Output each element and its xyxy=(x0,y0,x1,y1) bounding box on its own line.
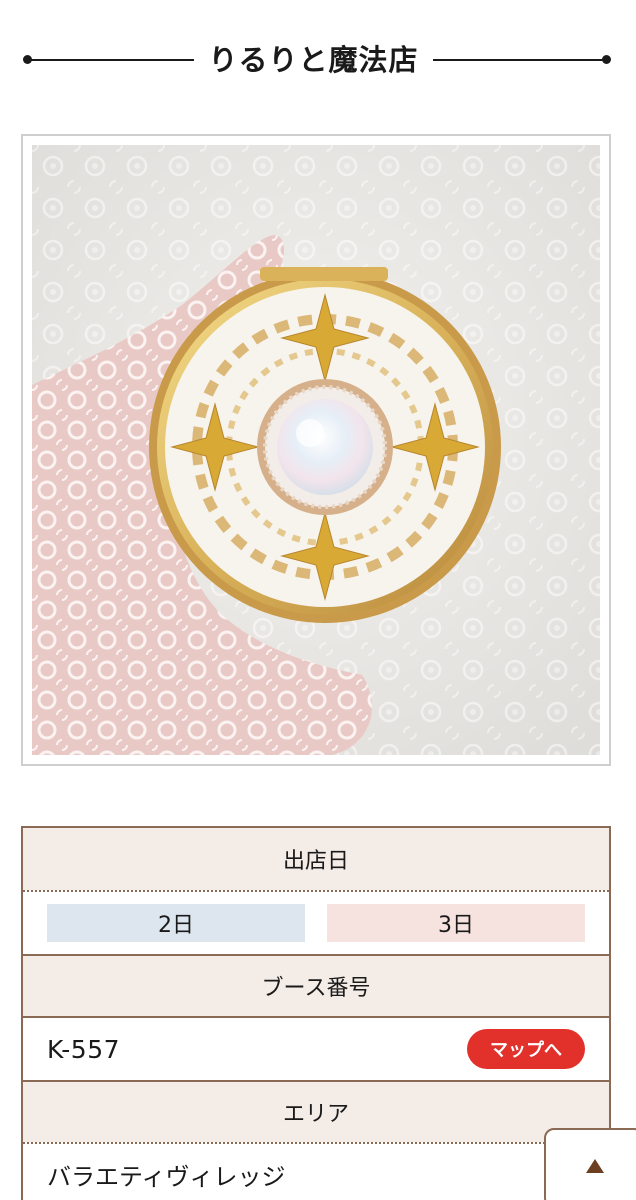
booth-row: K-557 マップへ xyxy=(23,1016,609,1080)
triangle-up-icon xyxy=(586,1159,604,1173)
product-photo-frame xyxy=(21,134,611,766)
area-header: エリア xyxy=(23,1080,609,1142)
shop-title: りるりと魔法店 xyxy=(208,43,419,77)
map-button[interactable]: マップへ xyxy=(467,1029,585,1069)
area-value: バラエティヴィレッジ xyxy=(23,1142,609,1200)
rule-dot-right xyxy=(602,55,611,64)
day-badge-3: 3日 xyxy=(327,904,585,942)
booth-header: ブース番号 xyxy=(23,954,609,1016)
shop-header: りるりと魔法店 xyxy=(0,0,636,120)
rule-right xyxy=(433,59,607,61)
product-photo xyxy=(32,145,600,755)
back-to-top-button[interactable] xyxy=(544,1128,636,1200)
rule-left xyxy=(28,59,194,61)
days-row: 2日 3日 xyxy=(23,890,609,954)
booth-number: K-557 xyxy=(47,1034,121,1064)
day-badge-2: 2日 xyxy=(47,904,305,942)
shop-info-table: 出店日 2日 3日 ブース番号 K-557 マップへ エリア バラエティヴィレッ… xyxy=(21,826,611,1200)
days-header: 出店日 xyxy=(23,828,609,890)
